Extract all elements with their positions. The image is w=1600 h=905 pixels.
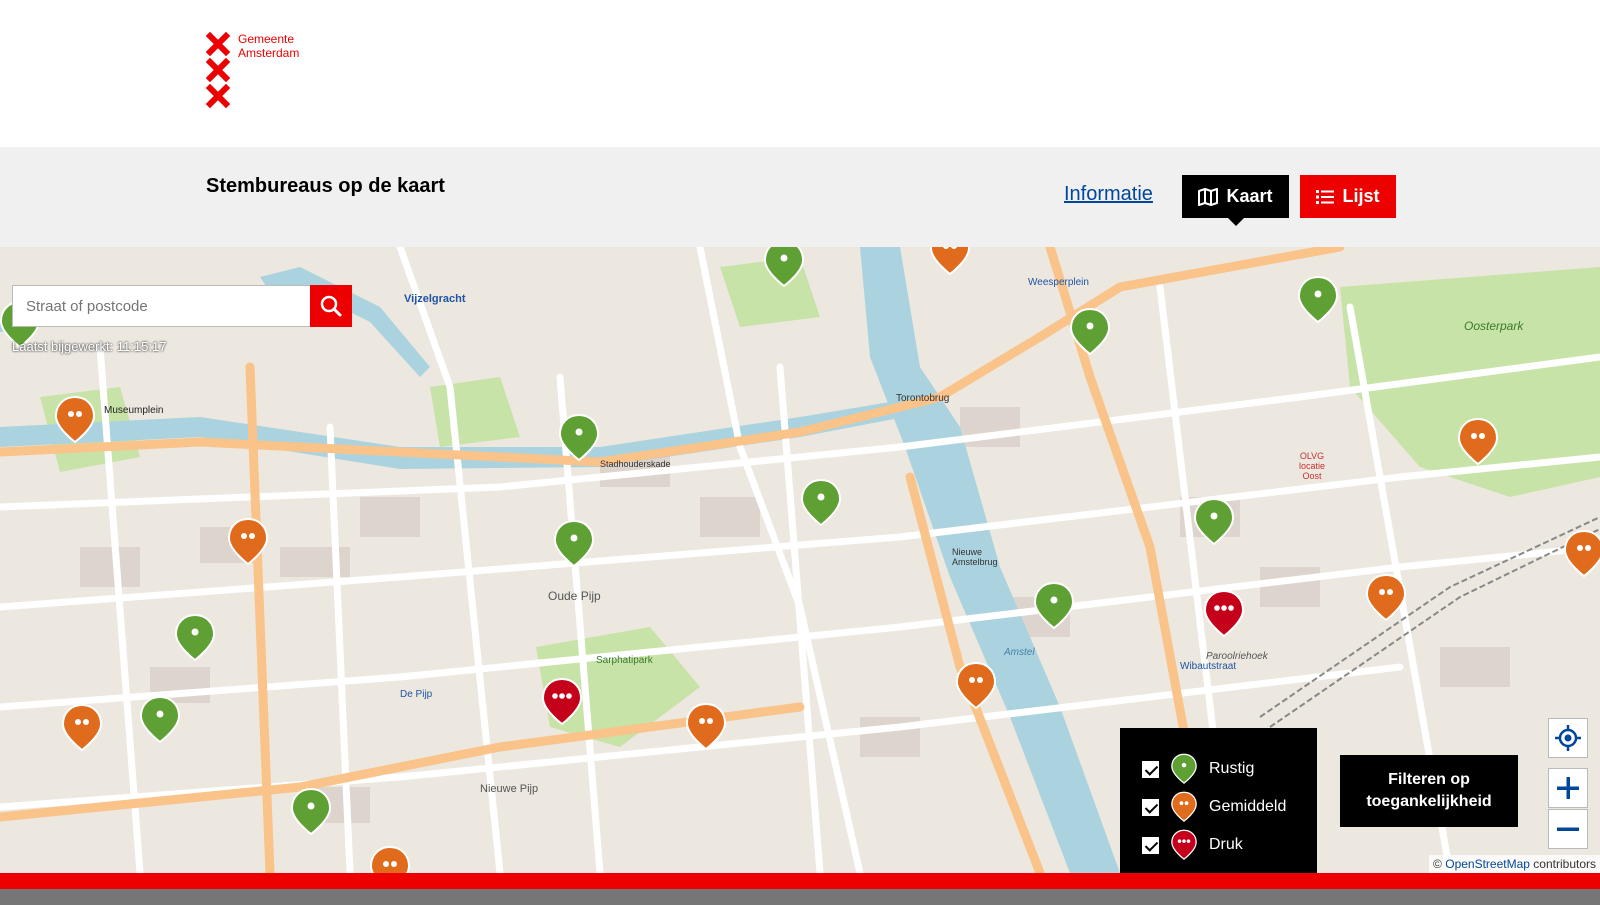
- legend-item-druk[interactable]: Druk: [1142, 826, 1317, 864]
- footer-red-band: [0, 873, 1600, 889]
- marker-gemiddeld[interactable]: [686, 703, 726, 750]
- active-caret: [1227, 217, 1245, 226]
- legend-label-gemiddeld: Gemiddeld: [1209, 798, 1287, 815]
- list-icon: [1316, 189, 1335, 204]
- locate-me-button[interactable]: [1548, 718, 1588, 758]
- site-header: Gemeente Amsterdam: [0, 0, 1600, 147]
- zoom-out-button[interactable]: [1548, 809, 1588, 849]
- marker-rustig[interactable]: [1070, 308, 1110, 355]
- orange-pin-icon: [1171, 791, 1197, 822]
- lijst-button[interactable]: Lijst: [1300, 175, 1396, 218]
- marker-gemiddeld[interactable]: [370, 846, 410, 873]
- marker-gemiddeld[interactable]: [62, 704, 102, 751]
- footer-grey-band: [0, 889, 1600, 905]
- page-title: Stembureaus op de kaart: [206, 175, 445, 197]
- map-attribution: © OpenStreetMap contributors: [1429, 855, 1600, 873]
- search-button[interactable]: [310, 285, 352, 327]
- filter-label-line1: Filteren op: [1388, 771, 1470, 788]
- plus-icon: [1557, 777, 1579, 799]
- kaart-button[interactable]: Kaart: [1182, 175, 1289, 226]
- marker-gemiddeld[interactable]: [956, 662, 996, 709]
- logo-text: Gemeente Amsterdam: [238, 32, 299, 60]
- search-input[interactable]: [13, 286, 310, 326]
- rustig-checkbox[interactable]: [1142, 760, 1159, 778]
- markers-druk: [542, 590, 1244, 725]
- search-box: [12, 285, 352, 327]
- gemeente-amsterdam-logo[interactable]: Gemeente Amsterdam: [205, 31, 316, 110]
- map-icon: [1198, 187, 1219, 206]
- map-canvas[interactable]: Vijzelgracht Museumplein Oude Pijp Sarph…: [0, 247, 1600, 873]
- marker-rustig[interactable]: [554, 520, 594, 567]
- attribution-prefix: ©: [1433, 857, 1442, 871]
- zoom-in-button[interactable]: [1548, 768, 1588, 808]
- marker-gemiddeld[interactable]: [55, 396, 95, 443]
- filter-accessibility-button[interactable]: Filteren op toegankelijkheid: [1340, 755, 1518, 827]
- minus-icon: [1557, 827, 1579, 831]
- legend-label-druk: Druk: [1209, 836, 1243, 853]
- map-legend: Rustig Gemiddeld Druk: [1120, 728, 1317, 873]
- title-bar: Stembureaus op de kaart Informatie Kaart…: [0, 147, 1600, 247]
- marker-rustig[interactable]: [140, 696, 180, 743]
- marker-gemiddeld[interactable]: [228, 518, 268, 565]
- legend-label-rustig: Rustig: [1209, 760, 1255, 777]
- marker-rustig[interactable]: [801, 479, 841, 526]
- green-pin-icon: [1171, 753, 1197, 784]
- marker-gemiddeld[interactable]: [1458, 418, 1498, 465]
- xxx-crosses-icon: [205, 31, 231, 109]
- gemiddeld-checkbox[interactable]: [1142, 798, 1159, 816]
- legend-item-gemiddeld[interactable]: Gemiddeld: [1142, 788, 1317, 826]
- attribution-suffix: contributors: [1533, 857, 1596, 871]
- crosshair-icon: [1555, 725, 1581, 751]
- openstreetmap-link[interactable]: OpenStreetMap: [1445, 857, 1530, 871]
- marker-rustig[interactable]: [1194, 498, 1234, 545]
- marker-rustig[interactable]: [1034, 582, 1074, 629]
- marker-gemiddeld[interactable]: [930, 247, 970, 275]
- marker-rustig[interactable]: [291, 788, 331, 835]
- marker-rustig[interactable]: [764, 247, 804, 287]
- lijst-label: Lijst: [1342, 186, 1380, 206]
- logo-line1: Gemeente: [238, 32, 295, 46]
- marker-rustig[interactable]: [175, 614, 215, 661]
- last-updated-text: Laatst bijgewerkt: 11:15:17: [12, 339, 167, 354]
- red-pin-icon: [1171, 829, 1197, 860]
- druk-checkbox[interactable]: [1142, 836, 1159, 854]
- legend-item-rustig[interactable]: Rustig: [1142, 750, 1317, 788]
- informatie-link[interactable]: Informatie: [1064, 183, 1153, 206]
- marker-druk[interactable]: [542, 678, 582, 725]
- logo-line2: Amsterdam: [238, 46, 300, 60]
- filter-label-line2: toegankelijkheid: [1366, 793, 1492, 810]
- marker-gemiddeld[interactable]: [1366, 574, 1406, 621]
- kaart-label: Kaart: [1226, 186, 1273, 206]
- marker-rustig[interactable]: [559, 414, 599, 461]
- marker-druk[interactable]: [1204, 590, 1244, 637]
- marker-rustig[interactable]: [1298, 276, 1338, 323]
- search-icon: [320, 295, 342, 317]
- marker-gemiddeld[interactable]: [1564, 530, 1600, 577]
